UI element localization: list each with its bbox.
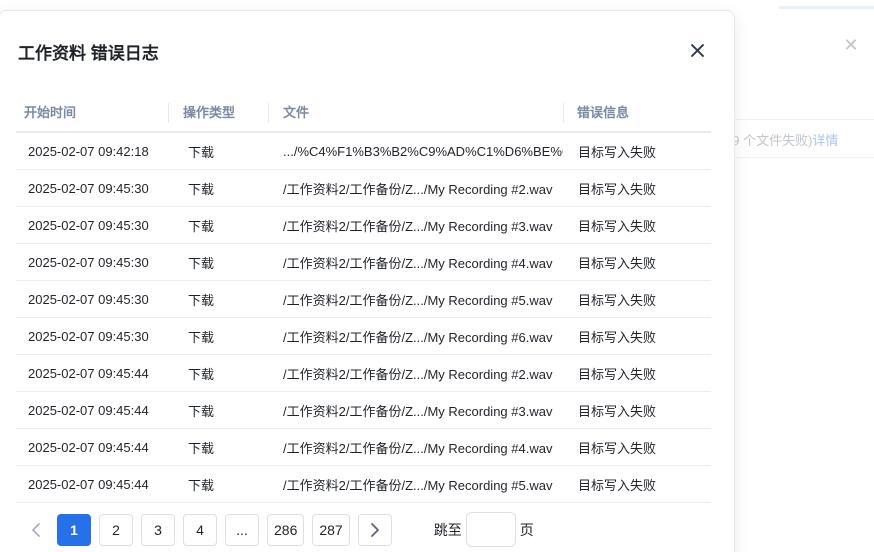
cell-start-time: 2025-02-07 09:45:44: [28, 439, 149, 455]
jump-page-suffix: 页: [519, 521, 534, 538]
cell-operation-type: 下载: [188, 181, 215, 197]
cell-start-time: 2025-02-07 09:42:18: [28, 143, 149, 159]
cell-start-time: 2025-02-07 09:45:44: [28, 476, 149, 492]
page-list: 1 2 3 4... 286 287: [57, 513, 358, 546]
cell-operation-type: 下载: [188, 218, 215, 234]
chevron-left-icon: [32, 522, 40, 537]
column-header-file[interactable]: 文件: [268, 91, 563, 131]
pagination: 1 2 3 4... 286 287 跳至 页: [21, 512, 534, 547]
cell-file: /工作资料2/工作备份/Z.../My Recording #4.wav: [283, 440, 553, 456]
background-divider: [735, 119, 874, 120]
table-row: 2025-02-07 09:45:44 下载/工作资料2/工作备份/Z.../My…: [16, 429, 711, 466]
cell-operation-type: 下载: [188, 292, 215, 308]
cell-file: .../%C4%F1%B3%B2%C9%AD%C1%D6%BE%C6%: [283, 143, 563, 159]
cell-error-info: 目标写入失败: [578, 329, 657, 345]
column-header-start-time[interactable]: 开始时间: [16, 91, 168, 131]
next-page-button[interactable]: [357, 513, 392, 546]
close-button[interactable]: [687, 40, 707, 60]
cell-error-info: 目标写入失败: [578, 477, 657, 493]
cell-error-info: 目标写入失败: [578, 181, 657, 197]
cell-operation-type: 下载: [188, 329, 215, 345]
page-button[interactable]: 286: [267, 513, 305, 546]
cell-error-info: 目标写入失败: [578, 440, 657, 456]
cell-operation-type: 下载: [188, 440, 215, 456]
cell-file: /工作资料2/工作备份/Z.../My Recording #2.wav: [283, 366, 553, 382]
cell-file: /工作资料2/工作备份/Z.../My Recording #4.wav: [283, 255, 553, 271]
cell-start-time: 2025-02-07 09:45:30: [28, 217, 149, 233]
cell-error-info: 目标写入失败: [578, 255, 657, 271]
background-status: 69 个文件失败)详情: [725, 130, 874, 149]
close-icon: [690, 43, 704, 57]
cell-operation-type: 下载: [188, 403, 215, 419]
table-row: 2025-02-07 09:45:44 下载/工作资料2/工作备份/Z.../My…: [16, 355, 711, 392]
table-body: 2025-02-07 09:42:18 下载 .../%C4%F1%B3%B2%C9…: [16, 133, 711, 503]
background-status-text: 69 个文件失败): [725, 133, 813, 148]
chevron-right-icon: [370, 522, 379, 537]
cell-error-info: 目标写入失败: [578, 218, 657, 234]
table-row: 2025-02-07 09:45:30 下载/工作资料2/工作备份/Z.../My…: [16, 281, 711, 318]
cell-error-info: 目标写入失败: [578, 403, 657, 419]
cell-operation-type: 下载: [188, 144, 215, 160]
cell-start-time: 2025-02-07 09:45:44: [28, 402, 149, 418]
table-header: 开始时间 操作类型 文件 错误信息: [16, 91, 711, 133]
page-button[interactable]: 287: [312, 513, 350, 546]
table-row: 2025-02-07 09:42:18 下载 .../%C4%F1%B3%B2%C9…: [16, 133, 711, 170]
table-row: 2025-02-07 09:45:30 下载/工作资料2/工作备份/Z.../My…: [16, 170, 711, 207]
table-row: 2025-02-07 09:45:30 下载/工作资料2/工作备份/Z.../My…: [16, 244, 711, 281]
jump-to-page-input[interactable]: [465, 512, 516, 547]
background-divider: [735, 157, 874, 158]
cell-operation-type: 下载: [188, 477, 215, 493]
table-row: 2025-02-07 09:45:44 下载/工作资料2/工作备份/Z.../My…: [16, 466, 711, 503]
table-row: 2025-02-07 09:45:44 下载/工作资料2/工作备份/Z.../My…: [16, 392, 711, 429]
column-header-error-info[interactable]: 错误信息: [563, 91, 711, 131]
prev-page-button[interactable]: [21, 514, 51, 546]
cell-start-time: 2025-02-07 09:45:30: [28, 291, 149, 307]
error-log-table: 开始时间 操作类型 文件 错误信息 2025-02-07 09:42:18 下载.…: [16, 91, 711, 503]
cell-start-time: 2025-02-07 09:45:30: [28, 180, 149, 196]
cell-file: /工作资料2/工作备份/Z.../My Recording #3.wav: [283, 403, 553, 419]
cell-error-info: 目标写入失败: [578, 366, 657, 382]
background-progress-strip: [779, 6, 874, 9]
page-button[interactable]: 4: [183, 513, 217, 546]
error-log-dialog: 工作资料 错误日志 开始时间 操作类型 文件 错误信息 2025-02-07 0…: [0, 10, 735, 552]
page-button[interactable]: 1: [57, 513, 91, 546]
cell-operation-type: 下载: [188, 366, 215, 382]
cell-file: /工作资料2/工作备份/Z.../My Recording #2.wav: [283, 181, 553, 197]
dialog-title: 工作资料 错误日志: [18, 44, 159, 63]
background-details-link: 详情: [812, 133, 839, 148]
cell-error-info: 目标写入失败: [578, 144, 657, 160]
table-row: 2025-02-07 09:45:30 下载/工作资料2/工作备份/Z.../My…: [16, 207, 711, 244]
cell-file: /工作资料2/工作备份/Z.../My Recording #6.wav: [283, 329, 553, 345]
cell-error-info: 目标写入失败: [578, 292, 657, 308]
cell-file: /工作资料2/工作备份/Z.../My Recording #3.wav: [283, 218, 553, 234]
cell-operation-type: 下载: [188, 255, 215, 271]
table-row: 2025-02-07 09:45:30 下载/工作资料2/工作备份/Z.../My…: [16, 318, 711, 355]
jump-to-label: 跳至: [433, 521, 462, 538]
cell-start-time: 2025-02-07 09:45:30: [28, 254, 149, 270]
page-button[interactable]: 3: [141, 513, 175, 546]
column-header-operation-type[interactable]: 操作类型: [168, 91, 268, 131]
page-button[interactable]: 2: [99, 513, 133, 546]
cell-start-time: 2025-02-07 09:45:30: [28, 328, 149, 344]
cell-file: /工作资料2/工作备份/Z.../My Recording #5.wav: [283, 292, 553, 308]
cell-start-time: 2025-02-07 09:45:44: [28, 365, 149, 381]
page-ellipsis-button[interactable]: ...: [225, 513, 259, 546]
background-close-icon: ✕: [843, 35, 859, 55]
cell-file: /工作资料2/工作备份/Z.../My Recording #5.wav: [283, 477, 553, 493]
